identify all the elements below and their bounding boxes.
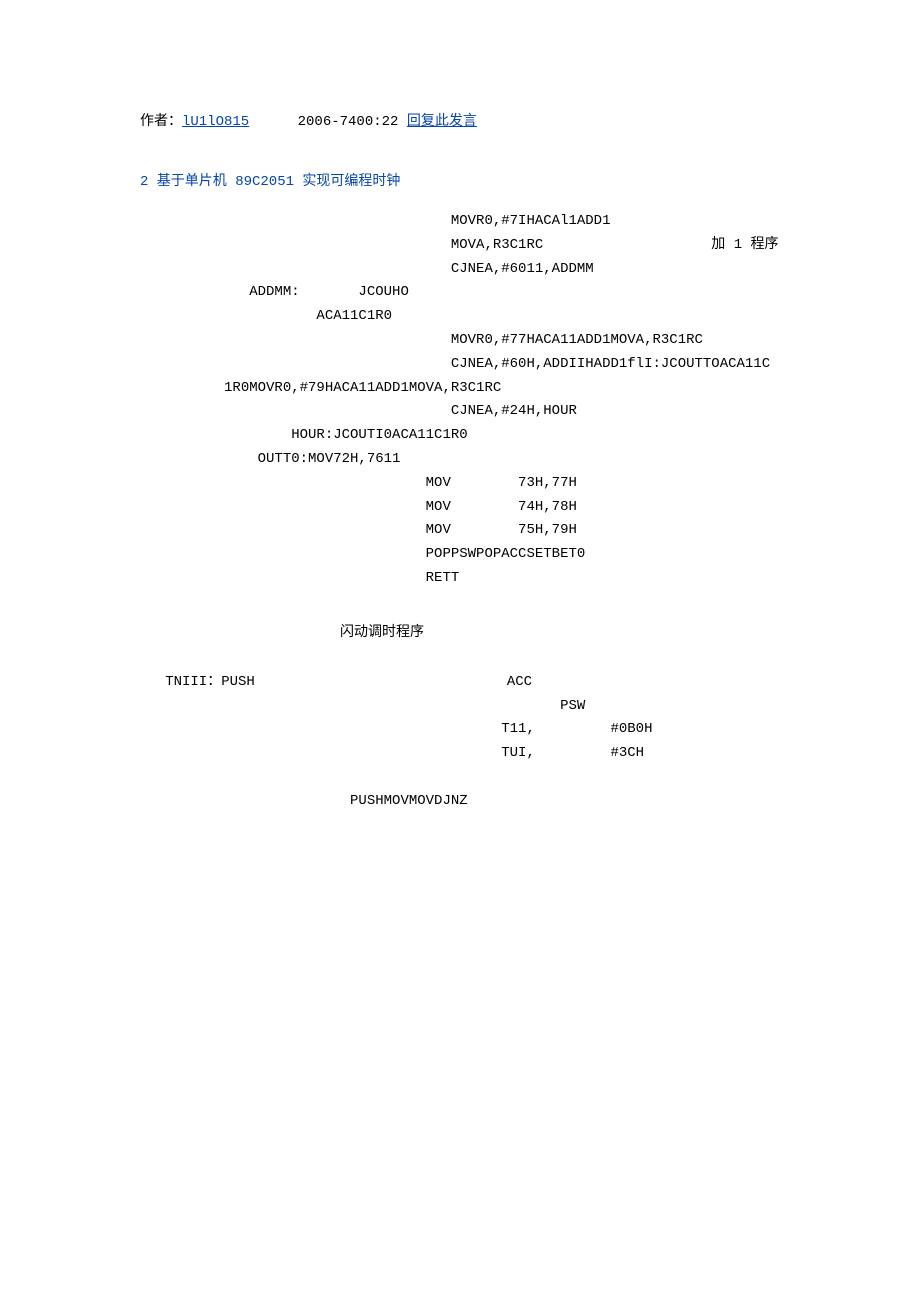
code-line: MOV 74H,78H [140,499,577,515]
code-line: ACA11C1R0 [140,308,392,324]
code-line: 1R0MOVR0,#79HACA11ADD1MOVA,R3C1RC [140,380,501,396]
code-line: PUSHMOVMOVDJNZ [140,793,468,809]
post-timestamp: 2006-7400:22 [298,114,399,130]
section-label: 闪动调时程序 [340,621,780,641]
code-line: T11, #0B0H [140,721,652,737]
post-title: 2 基于单片机 89C2051 实现可编程时钟 [140,170,780,190]
code-line: TUI, #3CH [140,745,644,761]
code-line: CJNEA,#24H,HOUR [140,403,577,419]
author-line: 作者：lU1lO815 2006-7400:22 回复此发言 [140,110,780,130]
author-label: 作者： [140,114,182,130]
author-link[interactable]: lU1lO815 [182,114,249,130]
code-line: TNIII：PUSH ACC [140,674,532,690]
code-line: OUTT0:MOV72H,7611 [140,451,400,467]
code-line: MOVA,R3C1RC 加 1 程序 [140,237,779,253]
reply-link[interactable]: 回复此发言 [407,114,477,130]
code-line: PSW [140,698,585,714]
code-block-2: TNIII：PUSH ACC PSW T11, #0B0H [140,671,780,814]
code-line: HOUR:JCOUTI0ACA11C1R0 [140,427,468,443]
code-line: RETT [140,570,459,586]
code-line: MOVR0,#77HACA11ADD1MOVA,R3C1RC [140,332,703,348]
code-line: ADDMM: JCOUHO [140,284,409,300]
code-line: MOV 75H,79H [140,522,577,538]
code-block-1: MOVR0,#7IHACAl1ADD1 MOVA,R3C1RC 加 1 程序 C… [140,210,780,591]
document-content: 作者：lU1lO815 2006-7400:22 回复此发言 2 基于单片机 8… [0,0,920,814]
code-line: CJNEA,#60H,ADDIIHADD1flI:JCOUTTOACA11C [140,356,770,372]
code-line: MOV 73H,77H [140,475,577,491]
code-line: POPPSWPOPACCSETBET0 [140,546,585,562]
code-line: MOVR0,#7IHACAl1ADD1 [140,213,610,229]
code-line: CJNEA,#6011,ADDMM [140,261,594,277]
